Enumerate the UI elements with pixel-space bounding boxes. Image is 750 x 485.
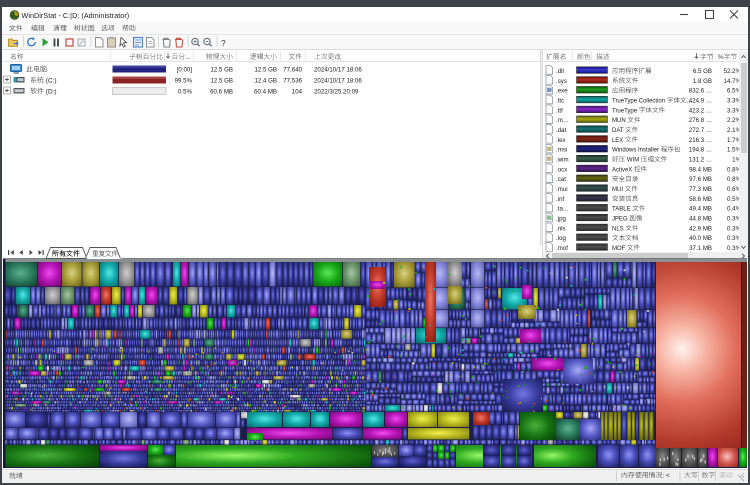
svg-text:WinDirStat - C:|D: (Administr: WinDirStat - C:|D: (Administrator) (22, 11, 130, 20)
